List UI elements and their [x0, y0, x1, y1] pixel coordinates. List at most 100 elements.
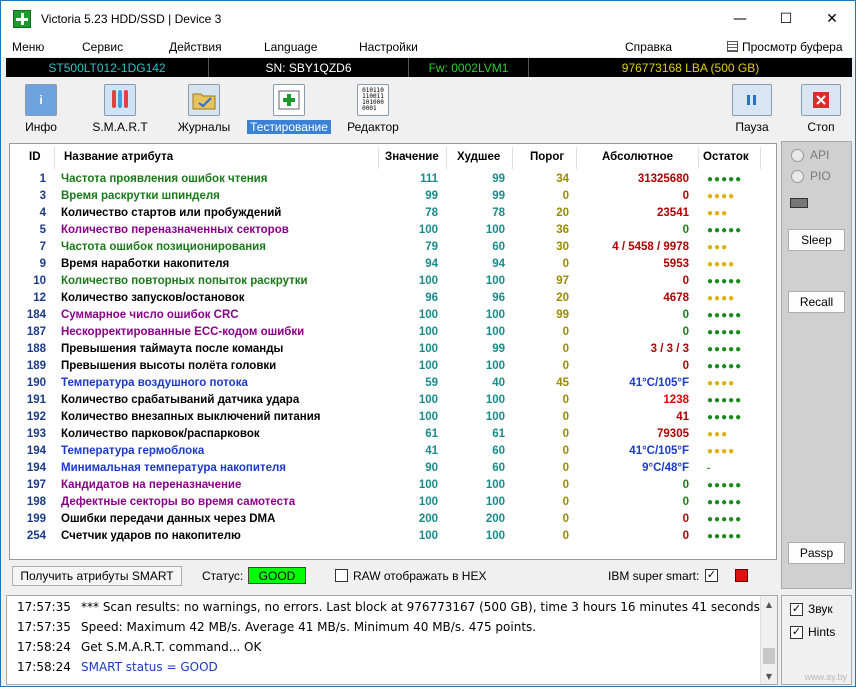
table-row[interactable]: 3 Время раскрутки шпинделя 99 99 0 0 ●●●●: [10, 189, 776, 206]
activity-indicator: [790, 198, 808, 208]
testing-button[interactable]: Тестирование: [247, 80, 331, 134]
attr-raw: 31325680: [637, 173, 689, 185]
attr-raw: 0: [682, 309, 689, 321]
attr-remaining: ●●●●●: [707, 412, 743, 423]
table-row[interactable]: 254 Счетчик ударов по накопителю 100 100 0 0 ●…: [10, 529, 776, 546]
recall-button[interactable]: Recall: [788, 291, 845, 313]
log-entry: 17:57:35 Speed: Maximum 42 MB/s. Average …: [17, 620, 536, 634]
col-value[interactable]: Значение: [385, 151, 439, 163]
raw-hex-checkbox[interactable]: [335, 569, 348, 582]
table-row[interactable]: 199 Ошибки передачи данных через DMA 200 20…: [10, 512, 776, 529]
table-row[interactable]: 12 Количество запусков/остановок 96 96 20 467…: [10, 291, 776, 308]
table-row[interactable]: 7 Частота ошибок позиционирования 79 60 30 4 …: [10, 240, 776, 257]
sound-option[interactable]: ✓ Звук: [790, 602, 833, 616]
table-row[interactable]: 197 Кандидатов на переназначение 100 100 0 0 ●…: [10, 478, 776, 495]
passp-button[interactable]: Passp: [788, 542, 845, 564]
table-row[interactable]: 192 Количество внезапных выключений питан…: [10, 410, 776, 427]
scroll-down-icon[interactable]: ▼: [761, 668, 777, 684]
table-row[interactable]: 4 Количество стартов или пробуждений 78 78 2…: [10, 206, 776, 223]
side-panel: API PIO Sleep Recall Passp: [781, 141, 852, 589]
info-label: Инфо: [25, 120, 57, 134]
sleep-button[interactable]: Sleep: [788, 229, 845, 251]
testing-label: Тестирование: [247, 120, 331, 134]
attr-raw: 0: [682, 479, 689, 491]
radio-circle: [791, 148, 804, 162]
col-id[interactable]: ID: [29, 151, 41, 163]
log-entry: 17:58:24 Get S.M.A.R.T. command... OK: [17, 640, 261, 654]
ibm-super-smart-checkbox[interactable]: ✓: [705, 569, 718, 582]
table-header: ID Название атрибута Значение Худшее Пор…: [10, 144, 776, 170]
pio-radio[interactable]: PIO: [791, 169, 831, 183]
table-row[interactable]: 193 Количество парковок/распарковок 61 61 0 7…: [10, 427, 776, 444]
drive-capacity: 976773168 LBA (500 GB): [621, 60, 760, 75]
table-row[interactable]: 188 Превышения таймаута после команды 100 9…: [10, 342, 776, 359]
hints-label: Hints: [808, 625, 836, 639]
menu-buffer-view[interactable]: Просмотр буфера: [727, 40, 843, 54]
hints-checkbox[interactable]: ✓: [790, 625, 803, 639]
minimize-button[interactable]: —: [717, 1, 763, 37]
pause-button[interactable]: Пауза: [717, 80, 787, 134]
smart-button[interactable]: S.M.A.R.T: [85, 80, 155, 134]
journals-button[interactable]: Журналы: [169, 80, 239, 134]
close-button[interactable]: ✕: [809, 1, 855, 37]
attr-remaining: ●●●●●: [707, 480, 743, 491]
stop-icon: [801, 84, 841, 116]
log-message: Get S.M.A.R.T. command... OK: [81, 640, 262, 654]
table-row[interactable]: 10 Количество повторных попыток раскрутки…: [10, 274, 776, 291]
table-row[interactable]: 5 Количество переназначенных секторов 100 1…: [10, 223, 776, 240]
app-logo-icon: [13, 10, 31, 28]
buffer-icon: [727, 41, 738, 52]
api-radio[interactable]: API: [791, 148, 829, 162]
sound-checkbox[interactable]: ✓: [790, 602, 803, 616]
maximize-button[interactable]: ☐: [763, 1, 809, 37]
attr-raw: 0: [682, 360, 689, 372]
table-row[interactable]: 187 Нескорректированные ECC-кодом ошибки 1…: [10, 325, 776, 342]
scroll-up-icon[interactable]: ▲: [761, 596, 777, 612]
log-message: Speed: Maximum 42 MB/s. Average 41 MB/s.…: [81, 620, 537, 634]
attr-remaining: ●●●●●: [707, 361, 743, 372]
raw-hex-label: RAW отображать в HEX: [353, 569, 487, 583]
info-button[interactable]: i Инфо: [6, 80, 76, 134]
attr-remaining: ●●●●●: [707, 327, 743, 338]
sound-label: Звук: [808, 602, 833, 616]
menu-menu[interactable]: Меню: [12, 40, 44, 54]
attr-raw: 0: [682, 224, 689, 236]
log-scrollbar[interactable]: ▲ ▼: [760, 596, 777, 684]
hints-option[interactable]: ✓ Hints: [790, 625, 835, 639]
get-smart-button[interactable]: Получить атрибуты SMART: [12, 566, 182, 586]
menu-actions[interactable]: Действия: [169, 40, 222, 54]
pause-label: Пауза: [735, 120, 769, 134]
attr-remaining: ●●●●●: [707, 497, 743, 508]
table-row[interactable]: 9 Время наработки накопителя 94 94 0 5953 ●●●●: [10, 257, 776, 274]
attr-remaining: ●●●●●: [707, 514, 743, 525]
editor-button[interactable]: 010110 110011 101000 0001 Редактор: [338, 80, 408, 134]
table-row[interactable]: 184 Суммарное число ошибок CRC 100 100 99 0 ●●…: [10, 308, 776, 325]
table-row[interactable]: 194 Минимальная температура накопителя 90 6…: [10, 461, 776, 478]
toolbar: i Инфо S.M.A.R.T Журналы Тестирование 01…: [6, 80, 852, 136]
menu-help[interactable]: Справка: [625, 40, 672, 54]
menu-settings[interactable]: Настройки: [359, 40, 418, 54]
menu-language[interactable]: Language: [264, 40, 317, 54]
menu-service[interactable]: Сервис: [82, 40, 123, 54]
scroll-thumb[interactable]: [763, 648, 775, 664]
col-raw[interactable]: Абсолютное: [602, 151, 673, 163]
table-row[interactable]: 191 Количество срабатываний датчика удара…: [10, 393, 776, 410]
menu-bar: Меню Сервис Действия Language Настройки …: [1, 37, 855, 57]
table-row[interactable]: 189 Превышения высоты полёта головки 100 10…: [10, 359, 776, 376]
smart-table: ID Название атрибута Значение Худшее Пор…: [9, 143, 777, 560]
attr-remaining: ●●●●●: [707, 395, 743, 406]
table-row[interactable]: 1 Частота проявления ошибок чтения 111 99 34…: [10, 172, 776, 189]
col-remaining[interactable]: Остаток: [703, 151, 749, 163]
watermark: www.ay.by: [804, 672, 847, 682]
attr-remaining: ●●●: [707, 429, 729, 440]
window-title: Victoria 5.23 HDD/SSD | Device 3: [41, 12, 222, 26]
stop-button[interactable]: Стоп: [786, 80, 856, 134]
col-worst[interactable]: Худшее: [457, 151, 500, 163]
status-bar: Получить атрибуты SMART Статус: GOOD RAW…: [9, 565, 777, 587]
table-row[interactable]: 194 Температура гермоблока 41 60 0 41°C/105°F…: [10, 444, 776, 461]
table-row[interactable]: 190 Температура воздушного потока 59 40 45 41…: [10, 376, 776, 393]
log-message: SMART status = GOOD: [81, 660, 218, 674]
col-name[interactable]: Название атрибута: [64, 151, 173, 163]
table-row[interactable]: 198 Дефектные секторы во время самотеста 1…: [10, 495, 776, 512]
col-threshold[interactable]: Порог: [530, 151, 564, 163]
